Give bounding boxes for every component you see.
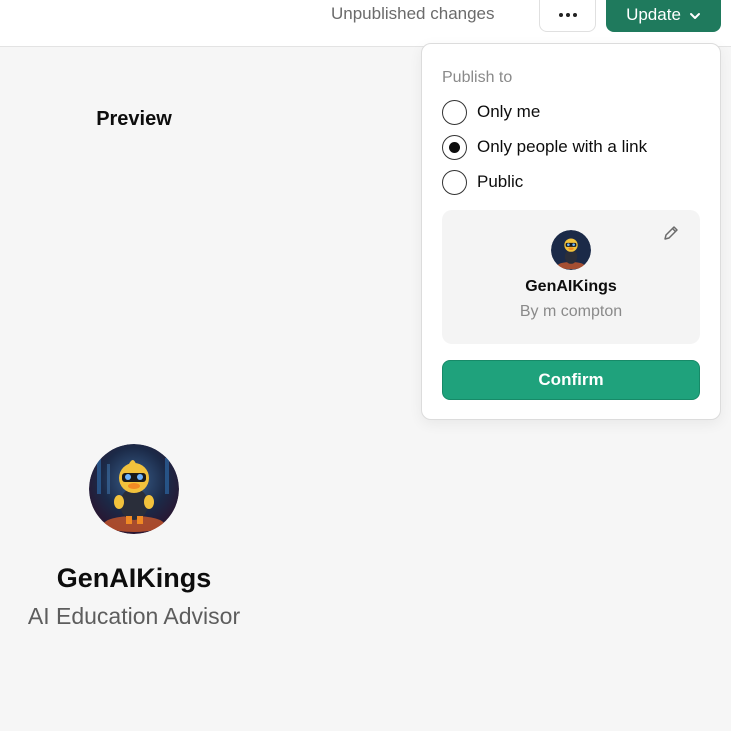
card-gpt-name: GenAIKings <box>525 278 617 295</box>
radio-label: Public <box>477 172 524 191</box>
pencil-icon[interactable] <box>662 224 680 242</box>
radio-button[interactable] <box>442 169 467 195</box>
gpt-avatar <box>89 444 179 534</box>
radio-option-only-me[interactable]: Only me <box>442 99 540 125</box>
update-label: Update <box>626 5 681 24</box>
duck-character-icon <box>89 444 179 534</box>
card-author: By m compton <box>519 303 623 320</box>
more-options-button[interactable] <box>539 0 596 32</box>
preview-title: Preview <box>96 108 172 130</box>
update-button[interactable]: Update <box>606 0 721 32</box>
chevron-down-icon <box>689 13 700 19</box>
top-bar: Unpublished changes Update <box>0 0 731 47</box>
radio-label: Only me <box>477 102 541 121</box>
radio-option-link[interactable]: Only people with a link <box>442 134 647 160</box>
unpublished-status: Unpublished changes <box>331 4 495 23</box>
radio-button[interactable] <box>442 99 467 125</box>
radio-label: Only people with a link <box>477 137 648 156</box>
more-horizontal-icon <box>558 13 577 17</box>
gpt-name: GenAIKings <box>56 563 212 593</box>
confirm-button[interactable]: Confirm <box>442 360 700 400</box>
card-avatar <box>551 230 591 270</box>
radio-option-public[interactable]: Public <box>442 169 523 195</box>
radio-button-selected[interactable] <box>442 134 467 160</box>
publish-popover: Publish to Only me Only people with a li… <box>421 43 721 420</box>
publish-to-label: Publish to <box>442 69 513 86</box>
duck-character-icon <box>551 230 591 270</box>
gpt-description: AI Education Advisor <box>27 603 241 629</box>
gpt-card: GenAIKings By m compton <box>442 210 700 344</box>
